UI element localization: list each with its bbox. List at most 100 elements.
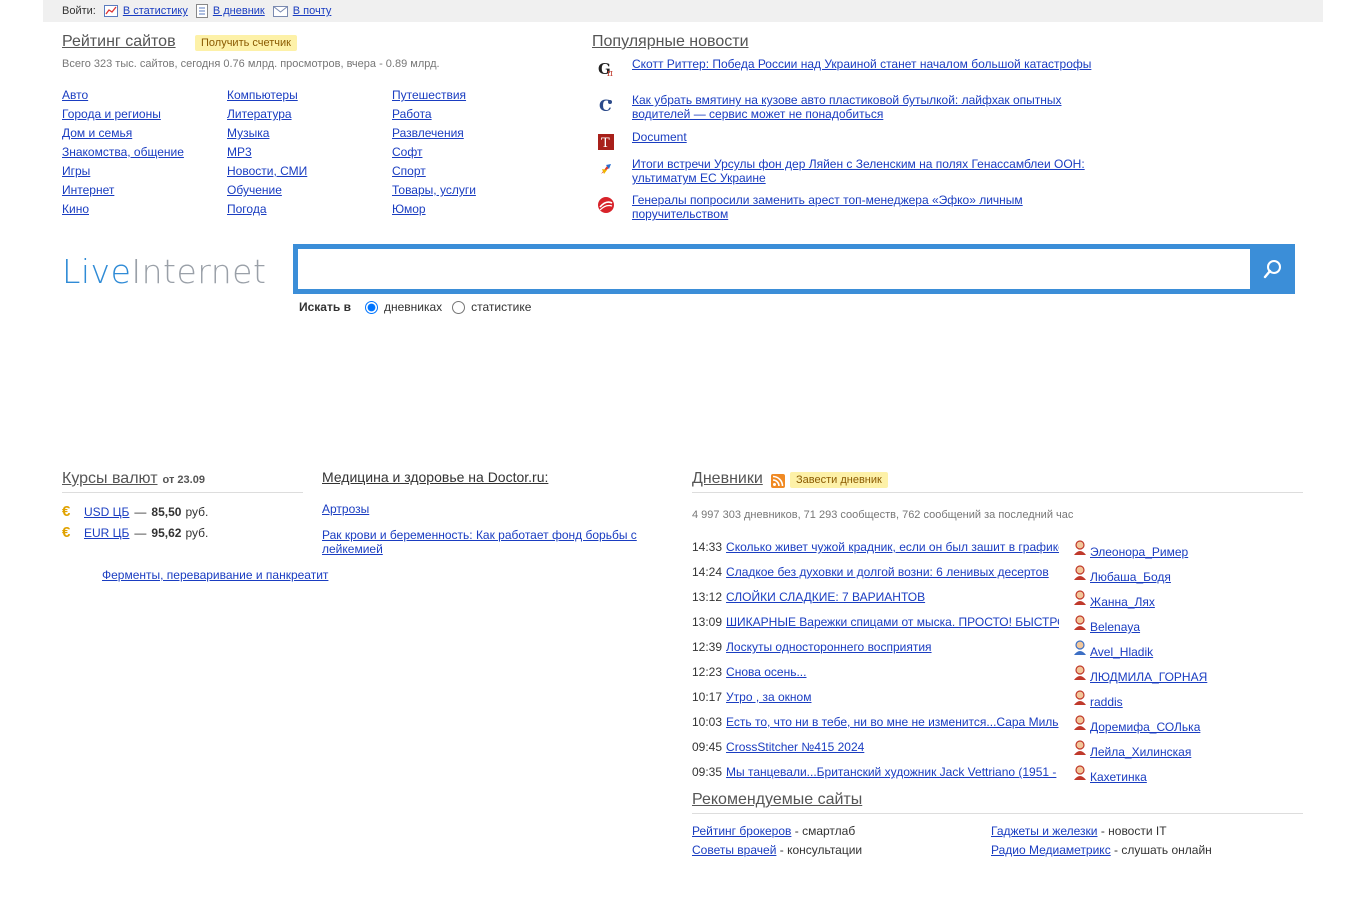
user-male-icon	[1074, 640, 1086, 655]
category-link[interactable]: Софт	[392, 146, 552, 165]
diary-post-row: 14:33 Сколько живет чужой крадник, если о…	[692, 540, 1059, 554]
search-button[interactable]	[1250, 244, 1295, 294]
topbar-link-statistics[interactable]: В статистику	[103, 5, 188, 17]
post-link[interactable]: CrossStitcher №415 2024	[726, 740, 864, 754]
topbar-link-mail-label[interactable]: В почту	[293, 5, 332, 17]
medicine-link[interactable]: Ферменты, переваривание и панкреатит	[102, 568, 328, 582]
news-link[interactable]: Document	[632, 130, 687, 144]
news-source-red-icon	[594, 193, 618, 217]
category-link[interactable]: Музыка	[227, 127, 387, 146]
category-link[interactable]: Литература	[227, 108, 387, 127]
diary-user-row: Кахетинка	[1073, 765, 1147, 784]
post-link[interactable]: Сладкое без духовки и долгой возни: 6 ле…	[726, 565, 1049, 579]
news-item[interactable]: Gп Скотт Риттер: Победа России над Украи…	[592, 57, 1092, 81]
medicine-link[interactable]: Артрозы	[322, 502, 369, 516]
currency-value: 85,50	[151, 504, 182, 519]
get-counter-badge[interactable]: Получить счетчик	[195, 35, 297, 51]
category-link[interactable]: Развлечения	[392, 127, 552, 146]
recommended-item: Рейтинг брокеров - смартлаб	[692, 824, 855, 838]
liveinternet-logo[interactable]: LiveInternet	[62, 252, 266, 291]
diary-user-link[interactable]: Жанна_Лях	[1090, 595, 1155, 609]
diary-user-link[interactable]: Любаша_Бодя	[1090, 570, 1171, 584]
news-link[interactable]: Генералы попросили заменить арест топ-ме…	[632, 193, 1092, 221]
post-time: 14:33	[692, 540, 723, 554]
search-option-diaries[interactable]: дневниках	[364, 300, 442, 314]
post-link[interactable]: Лоскуты одностороннего восприятия	[726, 640, 932, 654]
search-options: Искать в дневниках статистике	[299, 300, 541, 314]
post-link[interactable]: СЛОЙКИ СЛАДКИЕ: 7 ВАРИАНТОВ	[726, 590, 925, 604]
post-time: 12:39	[692, 640, 723, 654]
category-link[interactable]: Обучение	[227, 184, 387, 203]
category-link[interactable]: Юмор	[392, 203, 552, 222]
topbar-link-mail[interactable]: В почту	[272, 5, 332, 17]
news-item[interactable]: Итоги встречи Урсулы фон дер Ляйен с Зел…	[592, 157, 1092, 185]
diary-user-link[interactable]: ЛЮДМИЛА_ГОРНАЯ	[1090, 670, 1207, 684]
diaries-title[interactable]: Дневники	[692, 470, 763, 488]
radio-diaries[interactable]	[364, 300, 378, 314]
post-link[interactable]: Утро , за окном	[726, 690, 811, 704]
post-link[interactable]: Есть то, что ни в тебе, ни во мне не изм…	[726, 715, 1059, 729]
recommended-link[interactable]: Рейтинг брокеров	[692, 824, 791, 838]
currency-link[interactable]: EUR ЦБ	[84, 526, 129, 540]
news-link[interactable]: Итоги встречи Урсулы фон дер Ляйен с Зел…	[632, 157, 1092, 185]
currency-title[interactable]: Курсы валют	[62, 470, 158, 488]
currency-link[interactable]: USD ЦБ	[84, 505, 129, 519]
medicine-link[interactable]: Рак крови и беременность: Как работает ф…	[322, 528, 652, 556]
recommended-link[interactable]: Гаджеты и железки	[991, 824, 1097, 838]
category-link[interactable]: Кино	[62, 203, 222, 222]
category-link[interactable]: Города и регионы	[62, 108, 222, 127]
recommended-link[interactable]: Советы врачей	[692, 843, 776, 857]
post-link[interactable]: ШИКАРНЫЕ Варежки спицами от мыска. ПРОСТ…	[726, 615, 1059, 629]
topbar-link-diary[interactable]: В дневник	[195, 4, 265, 18]
login-label: Войти:	[62, 5, 96, 17]
recommended-link[interactable]: Радио Медиаметрикс	[991, 843, 1111, 857]
news-link[interactable]: Как убрать вмятину на кузове авто пласти…	[632, 93, 1092, 121]
category-link[interactable]: Интернет	[62, 184, 222, 203]
category-link[interactable]: Товары, услуги	[392, 184, 552, 203]
category-link[interactable]: Погода	[227, 203, 387, 222]
category-link[interactable]: Дом и семья	[62, 127, 222, 146]
search-input[interactable]	[298, 249, 1250, 289]
news-source-g-icon: Gп	[594, 57, 618, 81]
divider	[692, 492, 1303, 493]
category-link[interactable]: Игры	[62, 165, 222, 184]
topbar-link-diary-label[interactable]: В дневник	[213, 5, 265, 17]
medicine-title[interactable]: Медицина и здоровье на Doctor.ru:	[322, 469, 548, 485]
category-link[interactable]: Спорт	[392, 165, 552, 184]
news-title[interactable]: Популярные новости	[592, 33, 749, 51]
diary-user-link[interactable]: Belenaya	[1090, 620, 1140, 634]
diary-user-link[interactable]: raddis	[1090, 695, 1123, 709]
recommended-desc: - смартлаб	[794, 824, 856, 838]
news-item[interactable]: T Document	[592, 130, 1092, 154]
search-option-statistics[interactable]: статистике	[452, 300, 531, 314]
diary-user-row: ЛЮДМИЛА_ГОРНАЯ	[1073, 665, 1207, 684]
category-link[interactable]: Путешествия	[392, 89, 552, 108]
news-item[interactable]: C Как убрать вмятину на кузове авто плас…	[592, 93, 1092, 121]
rss-icon[interactable]	[771, 474, 785, 488]
news-link[interactable]: Скотт Риттер: Победа России над Украиной…	[632, 57, 1091, 71]
diary-post-row: 13:12 СЛОЙКИ СЛАДКИЕ: 7 ВАРИАНТОВ	[692, 590, 1059, 604]
diary-user-link[interactable]: Лейла_Хилинская	[1090, 745, 1191, 759]
diary-user-link[interactable]: Кахетинка	[1090, 770, 1147, 784]
category-link[interactable]: Новости, СМИ	[227, 165, 387, 184]
create-diary-badge[interactable]: Завести дневник	[790, 472, 888, 488]
rating-title[interactable]: Рейтинг сайтов	[62, 33, 176, 51]
statistics-icon	[103, 5, 118, 17]
news-item[interactable]: Генералы попросили заменить арест топ-ме…	[592, 193, 1092, 221]
category-link[interactable]: MP3	[227, 146, 387, 165]
logo-part-internet: Internet	[131, 252, 267, 291]
diary-user-link[interactable]: Доремифа_СОЛька	[1090, 720, 1200, 734]
category-link[interactable]: Работа	[392, 108, 552, 127]
diary-user-row: Любаша_Бодя	[1073, 565, 1171, 584]
post-link[interactable]: Снова осень...	[726, 665, 806, 679]
recommended-title[interactable]: Рекомендуемые сайты	[692, 791, 862, 809]
category-link[interactable]: Авто	[62, 89, 222, 108]
category-link[interactable]: Компьютеры	[227, 89, 387, 108]
diary-user-link[interactable]: Элеонора_Ример	[1090, 545, 1188, 559]
category-link[interactable]: Знакомства, общение	[62, 146, 222, 165]
radio-statistics[interactable]	[452, 300, 466, 314]
topbar-link-statistics-label[interactable]: В статистику	[123, 5, 188, 17]
diary-user-link[interactable]: Avel_Hladik	[1090, 645, 1153, 659]
post-link[interactable]: Сколько живет чужой крадник, если он был…	[726, 540, 1059, 554]
post-link[interactable]: Мы танцевали...Британский художник Jack …	[726, 765, 1056, 779]
